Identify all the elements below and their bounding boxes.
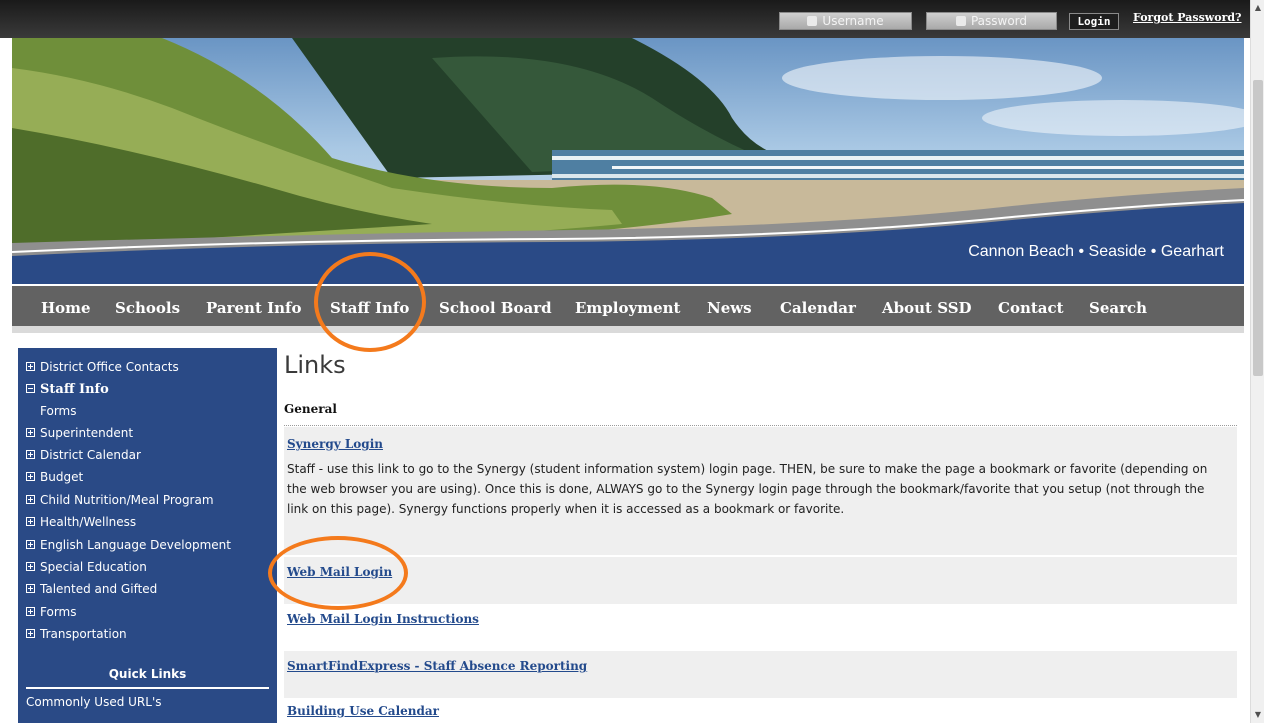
expand-icon [26, 517, 35, 526]
sidebar-item-district-calendar[interactable]: District Calendar [26, 448, 141, 462]
beach-banner-image: Cannon Beach • Seaside • Gearhart [12, 38, 1244, 284]
expand-icon [26, 362, 35, 371]
collapse-icon [26, 384, 35, 393]
expand-icon [26, 472, 35, 481]
expand-icon [26, 495, 35, 504]
nav-item-news[interactable]: News [707, 286, 752, 333]
sidebar-item-superintendent[interactable]: Superintendent [26, 426, 133, 440]
username-placeholder: Username [822, 14, 884, 28]
sidebar: District Office Contacts Staff Info Form… [18, 348, 277, 723]
link-row-smartfindexpress: SmartFindExpress - Staff Absence Reporti… [284, 651, 1237, 698]
link-row-web-mail-instructions: Web Mail Login Instructions [284, 604, 1237, 651]
expand-icon [26, 607, 35, 616]
synergy-login-description: Staff - use this link to go to the Syner… [287, 462, 1208, 516]
banner-cities-text: Cannon Beach • Seaside • Gearhart [968, 243, 1224, 260]
expand-icon [26, 540, 35, 549]
nav-item-school-board[interactable]: School Board [439, 286, 552, 333]
nav-item-calendar[interactable]: Calendar [780, 286, 856, 333]
web-mail-instructions-link[interactable]: Web Mail Login Instructions [287, 612, 479, 626]
section-title-general: General [284, 402, 337, 416]
nav-item-home[interactable]: Home [41, 286, 91, 333]
password-field[interactable]: Password [926, 12, 1057, 30]
link-row-building-use-calendar: Building Use Calendar [284, 698, 1237, 723]
highlight-circle-staff-info [314, 252, 426, 352]
login-button[interactable]: Login [1069, 13, 1119, 30]
nav-item-search[interactable]: Search [1089, 286, 1147, 333]
building-use-calendar-link[interactable]: Building Use Calendar [287, 704, 439, 718]
lock-icon [955, 16, 966, 26]
expand-icon [26, 562, 35, 571]
nav-item-contact[interactable]: Contact [998, 286, 1064, 333]
synergy-login-link[interactable]: Synergy Login [287, 437, 383, 451]
sidebar-item-budget[interactable]: Budget [26, 470, 83, 484]
sidebar-item-staff-info[interactable]: Staff Info [26, 382, 109, 397]
sidebar-subitem-forms[interactable]: Forms [40, 404, 76, 418]
username-field[interactable]: Username [779, 12, 912, 30]
nav-item-employment[interactable]: Employment [575, 286, 680, 333]
expand-icon [26, 629, 35, 638]
link-row-synergy: Synergy Login Staff - use this link to g… [284, 427, 1237, 555]
smartfindexpress-link[interactable]: SmartFindExpress - Staff Absence Reporti… [287, 659, 587, 673]
nav-item-parent-info[interactable]: Parent Info [206, 286, 301, 333]
user-icon [807, 16, 818, 26]
section-divider [284, 425, 1237, 426]
top-login-bar: Username Password Login Forgot Password? [0, 0, 1250, 38]
nav-item-schools[interactable]: Schools [115, 286, 180, 333]
header-banner: Cannon Beach • Seaside • Gearhart [12, 38, 1244, 284]
quick-link-commonly-used-urls[interactable]: Commonly Used URL's [26, 695, 162, 709]
page: Username Password Login Forgot Password?… [0, 0, 1264, 723]
highlight-circle-web-mail-login [268, 536, 408, 610]
forgot-password-link[interactable]: Forgot Password? [1133, 11, 1242, 24]
sidebar-item-transportation[interactable]: Transportation [26, 627, 127, 641]
sidebar-item-district-office-contacts[interactable]: District Office Contacts [26, 360, 179, 374]
password-placeholder: Password [970, 14, 1028, 28]
expand-icon [26, 584, 35, 593]
expand-icon [26, 450, 35, 459]
scroll-down-arrow-icon[interactable]: ▼ [1251, 707, 1264, 723]
scroll-thumb[interactable] [1253, 80, 1263, 376]
sidebar-item-health-wellness[interactable]: Health/Wellness [26, 515, 136, 529]
sidebar-item-special-education[interactable]: Special Education [26, 560, 147, 574]
scroll-up-arrow-icon[interactable]: ▲ [1251, 0, 1264, 16]
sidebar-item-talented-and-gifted[interactable]: Talented and Gifted [26, 582, 157, 596]
sidebar-item-forms[interactable]: Forms [26, 605, 76, 619]
expand-icon [26, 428, 35, 437]
nav-item-about-ssd[interactable]: About SSD [882, 286, 972, 333]
page-title: Links [284, 351, 346, 379]
scrollbar[interactable]: ▲ ▼ [1250, 0, 1264, 723]
quick-links-title: Quick Links [108, 667, 187, 681]
link-row-web-mail-login: Web Mail Login [284, 557, 1237, 604]
sidebar-item-english-language-development[interactable]: English Language Development [26, 538, 231, 552]
quick-links-divider [26, 687, 269, 689]
sidebar-item-child-nutrition[interactable]: Child Nutrition/Meal Program [26, 493, 214, 507]
main-nav: Home Schools Parent Info Staff Info Scho… [12, 286, 1244, 333]
